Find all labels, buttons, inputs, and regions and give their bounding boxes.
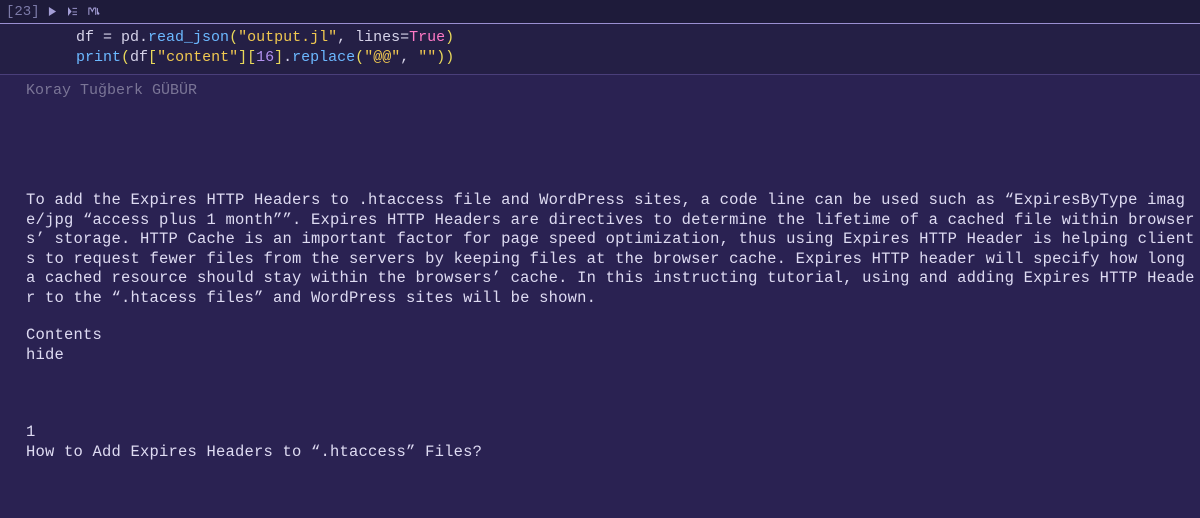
output-hide-label: hide	[26, 346, 1200, 366]
output-contents-label: Contents	[26, 326, 1200, 346]
output-section-number: 1	[26, 423, 1200, 443]
cell-toolbar	[48, 7, 100, 16]
code-input[interactable]: df = pd.read_json("output.jl", lines=Tru…	[0, 24, 1200, 75]
output-area: Koray Tuğberk GÜBÜR To add the Expires H…	[0, 75, 1200, 518]
run-below-icon[interactable]	[67, 7, 78, 16]
cell-exec-count: [23]	[6, 4, 40, 20]
cell-header: [23]	[0, 0, 1200, 24]
code-line-1: df = pd.read_json("output.jl", lines=Tru…	[76, 28, 1200, 48]
run-cell-icon[interactable]	[48, 7, 57, 16]
output-section-title: How to Add Expires Headers to “.htaccess…	[26, 443, 1200, 463]
output-truncated-line: Koray Tuğberk GÜBÜR	[26, 81, 1200, 101]
code-line-2: print(df["content"][16].replace("@@", ""…	[76, 48, 1200, 68]
notebook-cell: [23] df = pd.read_json("output.jl", line…	[0, 0, 1200, 518]
markdown-icon[interactable]	[88, 7, 100, 16]
output-paragraph: To add the Expires HTTP Headers to .htac…	[26, 191, 1200, 308]
